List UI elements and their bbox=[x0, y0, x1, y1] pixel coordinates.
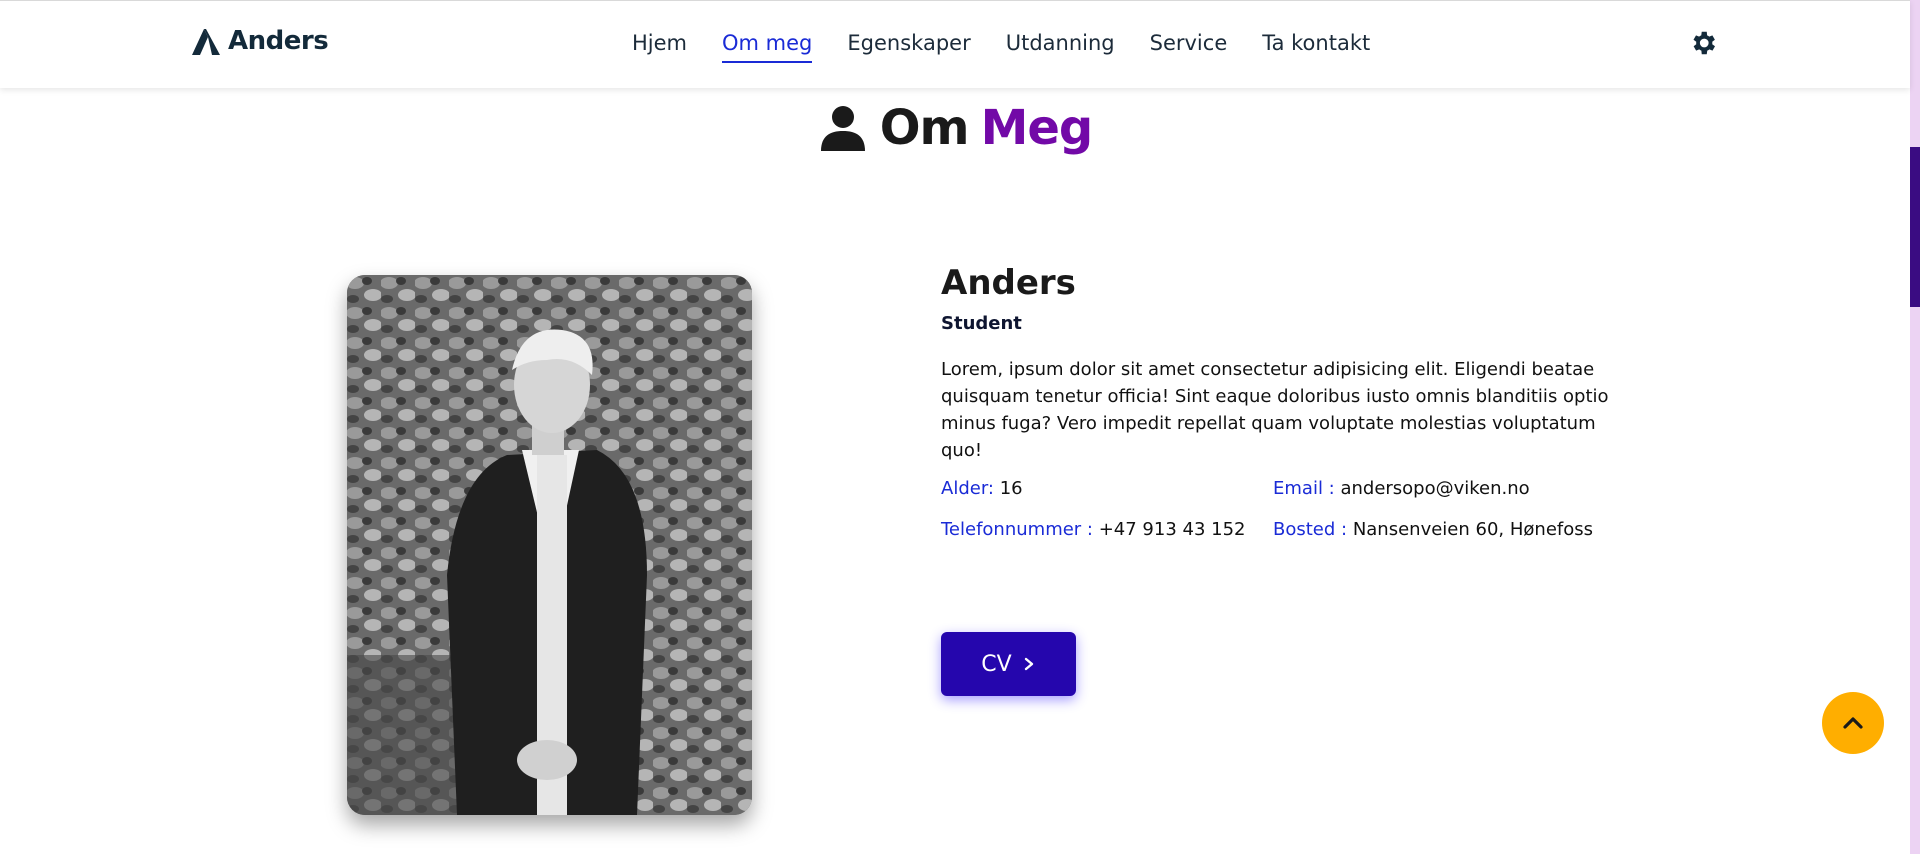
profile-details: Alder: 16 Email : andersopo@viken.no Tel… bbox=[941, 478, 1641, 540]
brand-name: Anders bbox=[228, 26, 329, 56]
nav-item-om-meg[interactable]: Om meg bbox=[722, 31, 813, 63]
scrollbar-thumb[interactable] bbox=[1910, 147, 1920, 307]
detail-age: Alder: 16 bbox=[941, 478, 1273, 499]
detail-phone-label: Telefonnummer : bbox=[941, 519, 1093, 540]
site-header: Anders Hjem Om meg Egenskaper Utdanning … bbox=[0, 0, 1910, 88]
scrollbar-track[interactable] bbox=[1910, 0, 1920, 854]
nav-item-egenskaper[interactable]: Egenskaper bbox=[847, 31, 970, 63]
settings-button[interactable] bbox=[1688, 28, 1718, 58]
detail-age-label: Alder: bbox=[941, 478, 994, 499]
brand-logo[interactable]: Anders bbox=[190, 25, 329, 57]
scroll-to-top-button[interactable] bbox=[1822, 692, 1884, 754]
user-icon bbox=[820, 106, 865, 151]
nav-item-service[interactable]: Service bbox=[1150, 31, 1228, 63]
profile-photo bbox=[347, 275, 752, 815]
nav-item-hjem[interactable]: Hjem bbox=[632, 31, 687, 63]
chevron-right-icon bbox=[1024, 657, 1033, 671]
cv-button[interactable]: CV bbox=[941, 632, 1076, 696]
detail-age-value: 16 bbox=[993, 478, 1023, 499]
profile-name: Anders bbox=[941, 263, 1076, 303]
detail-phone-value: +47 913 43 152 bbox=[1093, 519, 1246, 540]
profile-info: Anders Student Lorem, ipsum dolor sit am… bbox=[941, 263, 1641, 540]
detail-email-label: Email : bbox=[1273, 478, 1335, 499]
section-title-part2: Meg bbox=[980, 100, 1094, 156]
detail-place: Bosted : Nansenveien 60, Hønefoss bbox=[1273, 519, 1633, 540]
nav-item-ta-kontakt[interactable]: Ta kontakt bbox=[1262, 31, 1370, 63]
cv-button-label: CV bbox=[981, 651, 1012, 677]
detail-place-label: Bosted : bbox=[1273, 519, 1348, 540]
section-heading: Om Meg bbox=[0, 100, 1910, 156]
nav-item-utdanning[interactable]: Utdanning bbox=[1006, 31, 1115, 63]
detail-email-value[interactable]: andersopo@viken.no bbox=[1335, 478, 1529, 499]
detail-email: Email : andersopo@viken.no bbox=[1273, 478, 1633, 499]
section-title-part1: Om bbox=[879, 100, 970, 156]
chevron-up-icon bbox=[1843, 717, 1863, 729]
profile-bio: Lorem, ipsum dolor sit amet consectetur … bbox=[941, 359, 1609, 461]
profile-role: Student bbox=[941, 313, 1022, 334]
gear-icon bbox=[1693, 31, 1715, 55]
main-nav: Hjem Om meg Egenskaper Utdanning Service… bbox=[632, 31, 1370, 63]
mountain-logo-icon bbox=[192, 29, 220, 55]
detail-phone: Telefonnummer : +47 913 43 152 bbox=[941, 519, 1273, 540]
detail-place-value: Nansenveien 60, Hønefoss bbox=[1347, 519, 1593, 540]
